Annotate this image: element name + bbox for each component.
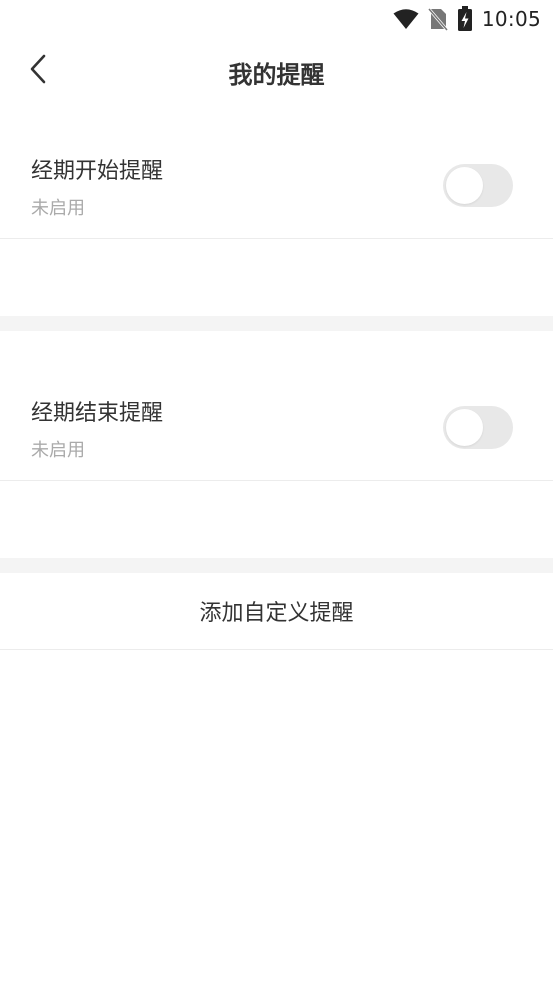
status-time: 10:05	[481, 7, 541, 31]
toggle-knob	[446, 167, 483, 204]
add-custom-reminder-label: 添加自定义提醒	[199, 601, 354, 626]
reminder-status: 未启用	[31, 198, 85, 219]
status-bar: 10:05	[0, 0, 553, 38]
period-end-toggle[interactable]	[443, 406, 513, 449]
header: 我的提醒	[0, 38, 553, 104]
wifi-icon	[393, 8, 419, 30]
toggle-knob	[446, 409, 483, 446]
reminder-title: 经期开始提醒	[31, 159, 164, 184]
reminder-title: 经期结束提醒	[31, 401, 164, 426]
add-custom-reminder-button[interactable]: 添加自定义提醒	[0, 573, 553, 650]
section-separator	[0, 316, 553, 331]
reminder-period-start: 经期开始提醒 未启用	[0, 117, 553, 239]
reminder-period-end: 经期结束提醒 未启用	[0, 359, 553, 481]
period-start-toggle[interactable]	[443, 164, 513, 207]
reminder-status: 未启用	[31, 440, 85, 461]
page-title: 我的提醒	[228, 61, 325, 89]
battery-charging-icon	[457, 6, 473, 32]
section-separator	[0, 558, 553, 573]
no-sim-icon	[427, 7, 448, 31]
